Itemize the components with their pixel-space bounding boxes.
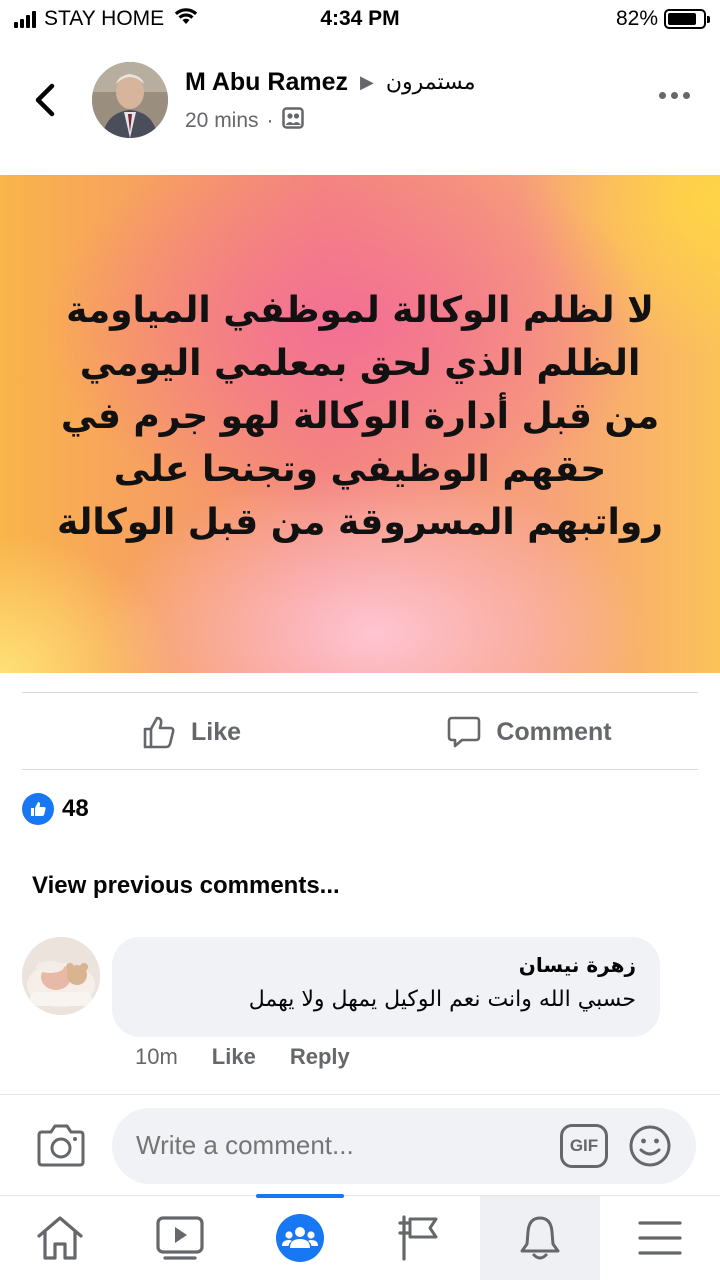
camera-icon [37, 1124, 85, 1167]
dot-icon [659, 92, 666, 99]
gif-label: GIF [569, 1136, 599, 1155]
comment-bubble[interactable]: زهرة نيسان حسبي الله وانت نعم الوكيل يمه… [112, 937, 660, 1037]
nav-groups[interactable] [240, 1194, 360, 1280]
meta-separator: · [266, 109, 274, 132]
reaction-count: 48 [62, 795, 89, 822]
nav-home[interactable] [0, 1196, 120, 1280]
like-reaction-icon [22, 793, 54, 825]
post-header: M Abu Ramez ▶ مستمرون 20 mins · [0, 52, 720, 152]
bottom-nav [0, 1194, 720, 1280]
triangle-right-icon: ▶ [359, 72, 374, 92]
comment-actions: 10m Like Reply [135, 1044, 350, 1070]
chevron-left-icon [35, 83, 55, 117]
thumbs-up-icon [143, 716, 175, 749]
dot-icon [671, 92, 678, 99]
post-meta: 20 mins · [185, 107, 304, 135]
commenter-avatar[interactable] [22, 937, 100, 1015]
comment-input[interactable] [136, 1130, 536, 1161]
battery-icon [664, 9, 710, 29]
dot-icon [683, 92, 690, 99]
commenter-name[interactable]: زهرة نيسان [136, 953, 636, 977]
comment-time[interactable]: 10m [135, 1044, 178, 1070]
group-name[interactable]: مستمرون [386, 70, 476, 95]
nav-pages[interactable] [360, 1196, 480, 1280]
divider [22, 769, 698, 770]
battery-fill [668, 13, 696, 25]
reaction-summary[interactable]: 48 [22, 793, 89, 825]
gif-button[interactable]: GIF [560, 1124, 608, 1168]
groups-icon [276, 1214, 324, 1262]
status-bar: STAY HOME 4:34 PM 82% [0, 0, 720, 40]
post-body-text: لا لظلم الوكالة لموظفي المياومة الظلم ال… [57, 289, 663, 543]
view-previous-comments-link[interactable]: View previous comments... [32, 872, 340, 900]
author-line: M Abu Ramez ▶ مستمرون [185, 68, 476, 97]
divider [0, 1094, 720, 1095]
comment-text: حسبي الله وانت نعم الوكيل يمهل ولا يهمل [248, 987, 636, 1012]
watch-icon [156, 1216, 204, 1260]
nav-notifications[interactable] [480, 1196, 600, 1280]
battery-percent: 82% [615, 7, 658, 30]
post-background-card[interactable]: لا لظلم الوكالة لموظفي المياومة الظلم ال… [0, 175, 720, 673]
status-right: 82% [615, 7, 710, 31]
notifications-icon [520, 1216, 560, 1260]
like-button[interactable]: Like [22, 694, 360, 770]
nav-menu[interactable] [600, 1196, 720, 1280]
menu-icon [638, 1221, 682, 1255]
comment-like-link[interactable]: Like [212, 1044, 256, 1070]
comment-button[interactable]: Comment [360, 694, 698, 770]
comment-icon [448, 716, 481, 748]
author-name[interactable]: M Abu Ramez [185, 68, 348, 97]
camera-button[interactable] [36, 1122, 86, 1173]
comment-composer[interactable]: GIF [112, 1108, 696, 1184]
post-action-bar: Like Comment [22, 694, 698, 770]
nav-watch[interactable] [120, 1196, 240, 1280]
comment-label: Comment [496, 717, 612, 746]
group-audience-icon [281, 107, 304, 135]
more-options-button[interactable] [659, 92, 690, 99]
author-avatar[interactable] [92, 62, 168, 138]
divider [22, 692, 698, 693]
post-time[interactable]: 20 mins [185, 109, 259, 133]
smiley-icon [629, 1125, 671, 1167]
back-button[interactable] [28, 80, 62, 120]
comment-reply-link[interactable]: Reply [290, 1044, 350, 1070]
clock: 4:34 PM [320, 7, 400, 30]
like-label: Like [190, 717, 242, 746]
emoji-button[interactable] [628, 1124, 672, 1173]
pages-icon [398, 1215, 438, 1261]
home-icon [37, 1216, 83, 1260]
